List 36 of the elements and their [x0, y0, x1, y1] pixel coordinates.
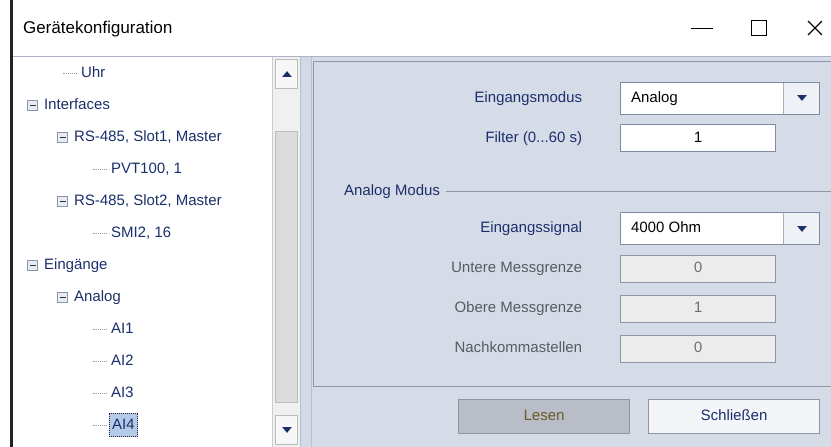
dropdown[interactable]: Analog	[620, 82, 820, 114]
tree-item[interactable]: RS-485, Slot1, Master	[72, 126, 224, 148]
scroll-down-icon[interactable]	[275, 415, 298, 445]
field-label: Filter (0...60 s)	[484, 128, 583, 148]
caret-icon[interactable]	[783, 82, 819, 114]
collapse-icon[interactable]	[57, 132, 68, 142]
section-title: Analog Modus	[343, 181, 441, 201]
input-field[interactable]: 1	[620, 124, 776, 152]
field-label: Eingangssignal	[479, 218, 583, 238]
maximize-icon[interactable]	[751, 20, 767, 36]
tree-item[interactable]: Interfaces	[42, 94, 112, 116]
tree-item[interactable]: Analog	[72, 286, 123, 308]
field-label: Eingangsmodus	[473, 88, 583, 108]
tree-item[interactable]: Uhr	[79, 62, 108, 84]
tree-item[interactable]: AI4	[109, 412, 138, 438]
collapse-icon[interactable]	[57, 196, 68, 206]
tree-item[interactable]: AI3	[109, 382, 136, 404]
field-label: Obere Messgrenze	[453, 298, 583, 318]
window-title: Gerätekonfiguration	[23, 17, 174, 40]
caret-icon[interactable]	[783, 213, 819, 244]
field-label: Nachkommastellen	[453, 338, 583, 358]
field-label: Untere Messgrenze	[450, 258, 583, 278]
tree-item[interactable]: Eingänge	[42, 254, 110, 276]
collapse-icon[interactable]	[57, 292, 68, 302]
dialog-button[interactable]: Schließen	[648, 399, 820, 434]
tree-item[interactable]: SMI2, 16	[109, 222, 174, 244]
collapse-icon[interactable]	[27, 260, 38, 270]
tree-item[interactable]: PVT100, 1	[109, 158, 184, 180]
tree-item[interactable]: AI1	[109, 318, 136, 340]
tree-item[interactable]: AI2	[109, 350, 136, 372]
tree-item[interactable]: RS-485, Slot2, Master	[72, 190, 224, 212]
dropdown[interactable]: 4000 Ohm	[620, 212, 820, 245]
collapse-icon[interactable]	[27, 100, 38, 110]
scroll-up-icon[interactable]	[275, 59, 298, 89]
scrollbar[interactable]	[272, 57, 300, 447]
close-icon[interactable]	[807, 20, 823, 36]
